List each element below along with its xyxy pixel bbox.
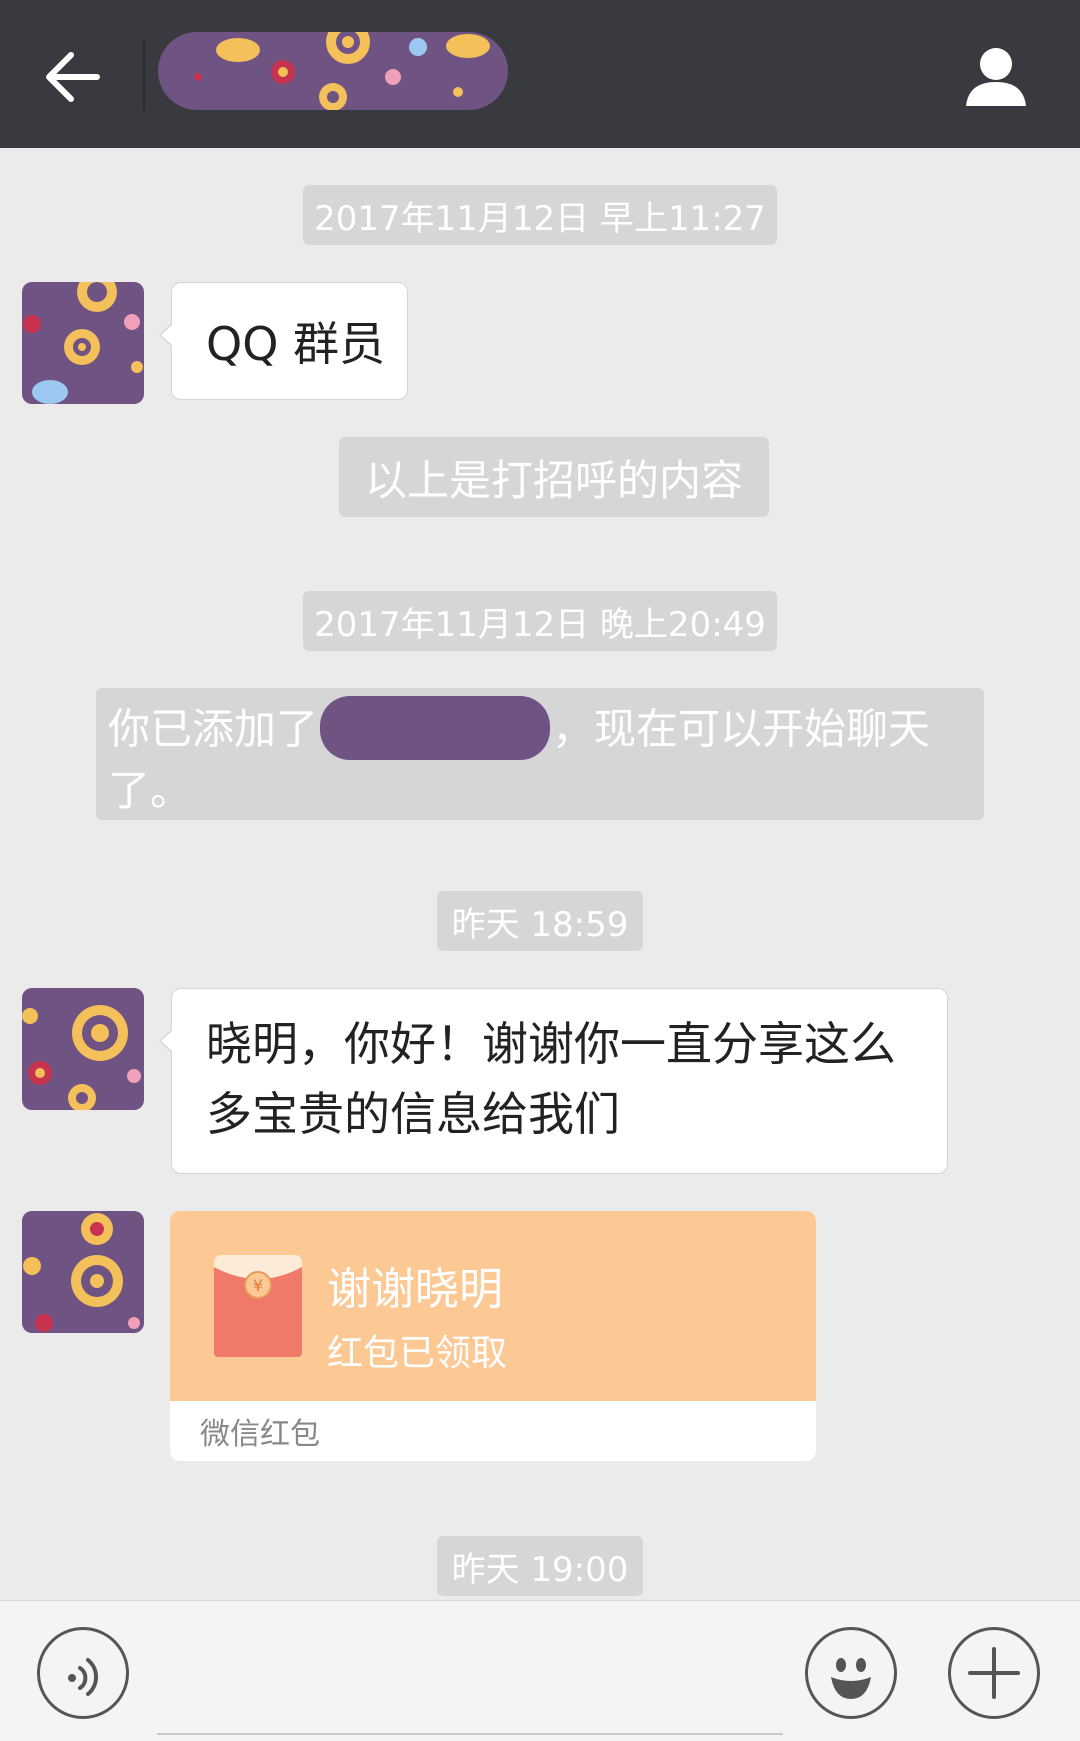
voice-icon: [68, 1658, 99, 1696]
more-button[interactable]: [948, 1627, 1040, 1719]
red-packet-footer: 微信红包: [170, 1401, 816, 1461]
profile-button[interactable]: [950, 34, 1042, 120]
message-bubble-greeting[interactable]: QQ 群员: [159, 282, 408, 400]
contact-avatar[interactable]: [22, 282, 144, 404]
smiley-icon: [831, 1658, 871, 1699]
plus-icon: [968, 1647, 1020, 1699]
message-input[interactable]: [157, 1681, 783, 1735]
red-envelope-icon: ¥: [214, 1255, 302, 1357]
timestamp-2: 2017年11月12日 晚上20:49: [303, 591, 777, 651]
svg-text:¥: ¥: [253, 1276, 263, 1295]
message-bubble-thanks[interactable]: 晓明，你好！谢谢你一直分享这么多宝贵的信息给我们: [159, 988, 948, 1174]
system-note-friend-added: 你已添加了 ，现在可以开始聊天了。: [96, 688, 984, 820]
arrow-left-icon: [46, 52, 100, 102]
user-icon: [966, 48, 1026, 106]
contact-name-redacted: [320, 696, 551, 760]
back-button[interactable]: [30, 34, 116, 120]
chat-title-redacted: [158, 32, 508, 110]
contact-avatar[interactable]: [22, 988, 144, 1110]
timestamp-4: 昨天 19:00: [437, 1536, 643, 1596]
red-packet-title: 谢谢晓明: [327, 1264, 503, 1315]
red-packet-card[interactable]: ¥ 谢谢晓明 红包已领取 微信红包: [170, 1211, 816, 1461]
red-packet-body: ¥ 谢谢晓明 红包已领取: [170, 1211, 816, 1401]
red-packet-status: 红包已领取: [327, 1333, 508, 1374]
emoji-button[interactable]: [805, 1627, 897, 1719]
chat-message-list[interactable]: 2017年11月12日 早上11:27 QQ 群员 以上是打招呼的内容 2017…: [0, 148, 1080, 1600]
input-bar: [0, 1600, 1080, 1741]
voice-button[interactable]: [37, 1627, 129, 1719]
system-note-greeting: 以上是打招呼的内容: [339, 437, 769, 517]
chat-header: [0, 0, 1080, 148]
header-divider: [143, 40, 145, 110]
timestamp-3: 昨天 18:59: [437, 891, 643, 951]
added-prefix: 你已添加了: [108, 704, 319, 754]
timestamp-1: 2017年11月12日 早上11:27: [303, 185, 777, 245]
contact-avatar[interactable]: [22, 1211, 144, 1333]
